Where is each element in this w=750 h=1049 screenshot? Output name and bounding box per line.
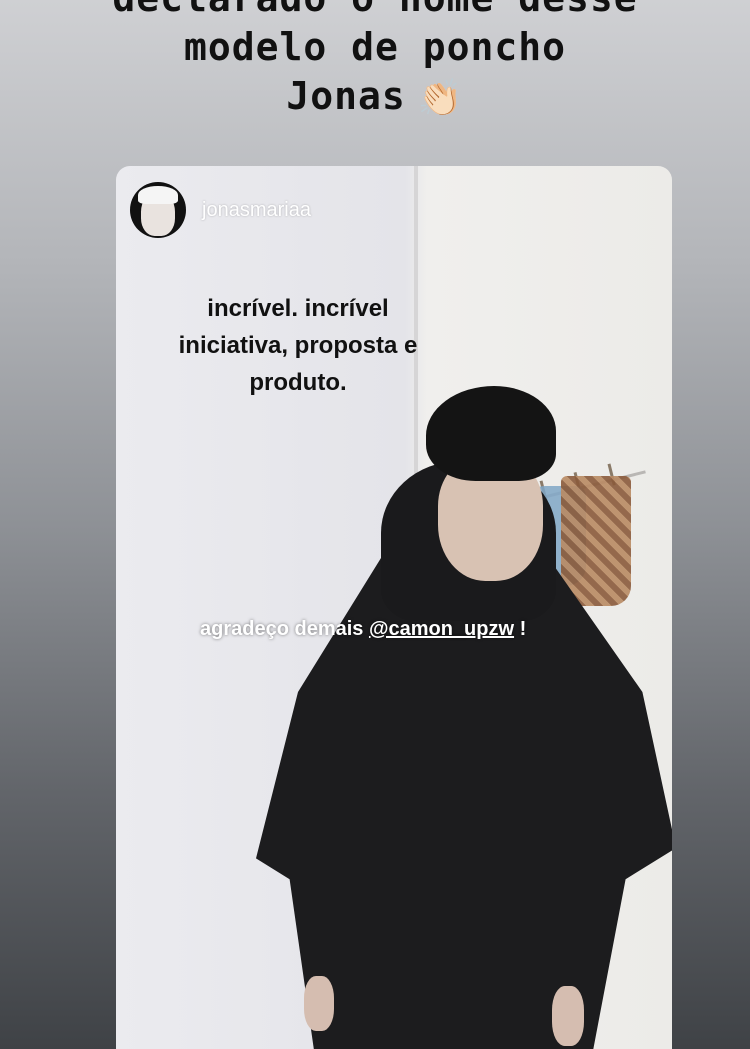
photo-person-in-poncho bbox=[256, 386, 672, 1049]
person-hand-left bbox=[304, 976, 334, 1031]
clapping-hands-icon: 👏🏻 bbox=[417, 78, 464, 119]
story-header[interactable]: jonasmariaa bbox=[130, 182, 311, 238]
mention-prefix: agradeço demais bbox=[200, 618, 369, 640]
avatar[interactable] bbox=[130, 182, 186, 238]
mention-link[interactable]: @camon_upzw bbox=[369, 618, 514, 640]
mention-suffix: ! bbox=[514, 618, 527, 640]
caption-line-1: declarado o nome desse bbox=[0, 0, 750, 23]
caption-line-2: modelo de poncho bbox=[183, 25, 567, 69]
text-sticker: incrível. incrível iniciativa, proposta … bbox=[116, 290, 480, 401]
story-username[interactable]: jonasmariaa bbox=[202, 199, 311, 222]
sticker-line-3: produto. bbox=[249, 369, 347, 396]
caption-line-3: Jonas 👏🏻 bbox=[0, 72, 750, 123]
person-hand-right bbox=[552, 986, 584, 1046]
shared-story-card[interactable]: jonasmariaa incrível. incrível iniciativ… bbox=[116, 166, 672, 1049]
sticker-line-2: iniciativa, proposta e bbox=[178, 332, 418, 359]
caption-name: Jonas bbox=[286, 74, 406, 118]
mention-text: agradeço demais @camon_upzw ! bbox=[200, 618, 526, 641]
avatar-face-icon bbox=[138, 186, 178, 236]
sticker-line-1: incrível. incrível bbox=[207, 295, 389, 322]
story-caption: declarado o nome desse modelo de poncho … bbox=[0, 0, 750, 123]
